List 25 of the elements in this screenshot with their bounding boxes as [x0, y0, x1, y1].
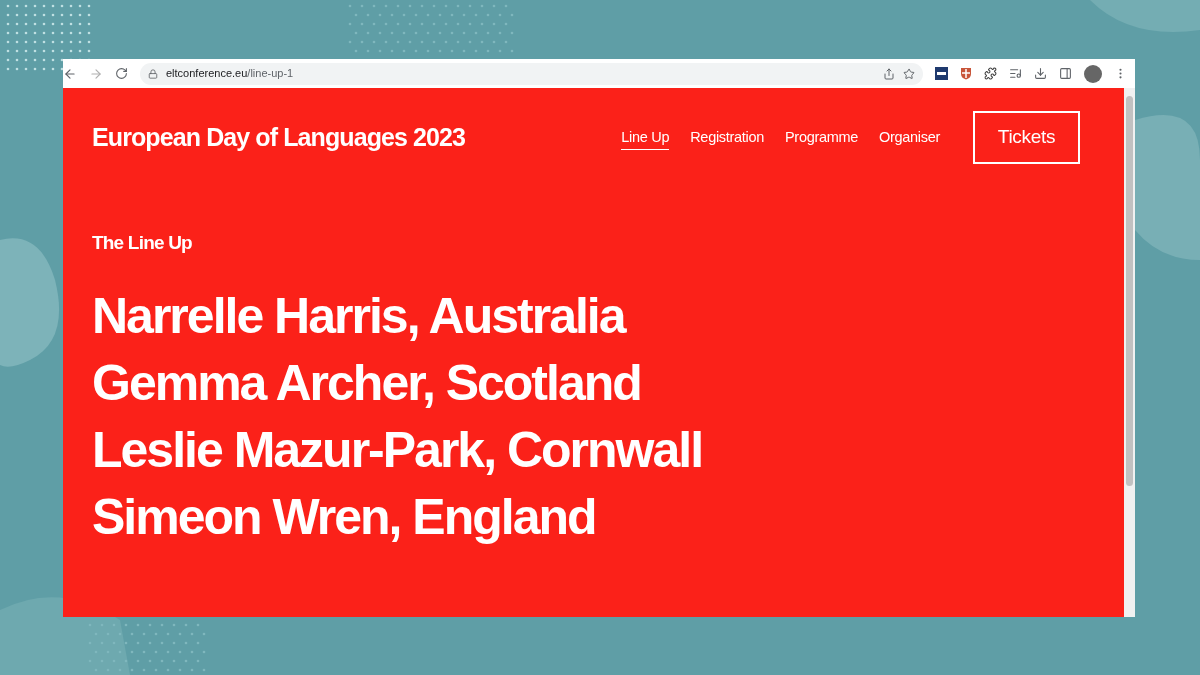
download-icon[interactable] — [1034, 67, 1047, 80]
address-bar[interactable]: eltconference.eu/line-up-1 — [140, 62, 923, 85]
site-title: European Day of Languages 2023 — [92, 121, 466, 153]
speaker-name: Leslie Mazur-Park, Cornwall — [92, 420, 704, 480]
lock-icon — [148, 68, 158, 79]
speaker-name: Gemma Archer, Scotland — [92, 353, 642, 413]
nav-link[interactable]: Line Up — [621, 126, 670, 151]
bookmark-star-icon[interactable] — [903, 67, 915, 80]
puzzle-icon[interactable] — [984, 67, 997, 80]
nav-link[interactable]: Organiser — [879, 126, 940, 151]
nav-link[interactable]: Programme — [785, 126, 859, 151]
nav-link[interactable]: Registration — [690, 126, 764, 151]
tickets-button[interactable]: Tickets — [973, 111, 1080, 164]
back-icon[interactable] — [63, 66, 77, 81]
speaker-name: Narrelle Harris, Australia — [92, 286, 627, 346]
media-icon[interactable] — [1009, 67, 1022, 80]
side-panel-icon[interactable] — [1059, 67, 1072, 80]
url-text: eltconference.eu/line-up-1 — [166, 66, 294, 82]
shield-icon[interactable] — [960, 67, 972, 80]
reload-icon[interactable] — [115, 67, 128, 80]
section-title: The Line Up — [92, 231, 193, 255]
speaker-name: Simeon Wren, England — [92, 487, 597, 547]
extension-icon[interactable] — [935, 67, 948, 80]
share-icon[interactable] — [883, 67, 895, 80]
profile-avatar[interactable] — [1084, 64, 1102, 83]
